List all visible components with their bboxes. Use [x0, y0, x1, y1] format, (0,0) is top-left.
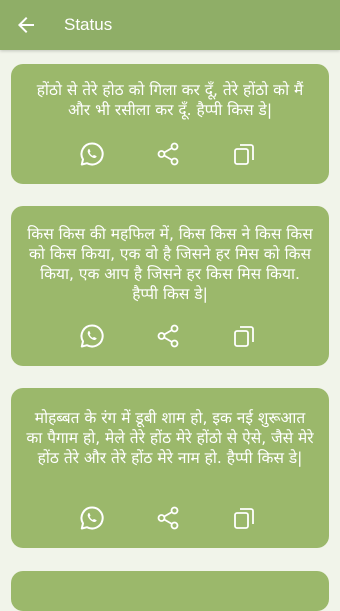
whatsapp-share-button[interactable] — [77, 139, 107, 169]
share-icon — [157, 142, 179, 166]
copy-icon — [234, 144, 254, 165]
status-text: होंठो से तेरे होठ को गिला कर दूँ, तेरे ह… — [36, 81, 304, 119]
status-card: होंठो से तेरे होठ को गिला कर दूँ, तेरे ह… — [11, 64, 329, 184]
whatsapp-share-button[interactable] — [77, 503, 107, 533]
copy-button[interactable] — [229, 139, 259, 169]
page-title: Status — [64, 15, 113, 34]
arrow-left-icon — [18, 17, 34, 33]
status-card: मोहब्बत के रंग में डूबी शाम हो, इक नई शु… — [11, 388, 329, 548]
share-button[interactable] — [153, 321, 183, 351]
copy-icon — [234, 326, 254, 347]
card-actions — [11, 139, 329, 169]
share-icon — [157, 506, 179, 530]
copy-button[interactable] — [229, 321, 259, 351]
status-card: किस किस की महफिल में, किस किस ने किस किस… — [11, 206, 329, 366]
copy-button[interactable] — [229, 503, 259, 533]
whatsapp-icon — [80, 506, 104, 530]
share-button[interactable] — [153, 503, 183, 533]
status-text: मोहब्बत के रंग में डूबी शाम हो, इक नई शु… — [26, 409, 314, 467]
app-bar: Status — [0, 0, 340, 50]
whatsapp-icon — [80, 142, 104, 166]
share-button[interactable] — [153, 139, 183, 169]
status-text: किस किस की महफिल में, किस किस ने किस किस… — [27, 225, 313, 303]
whatsapp-share-button[interactable] — [77, 321, 107, 351]
card-actions — [11, 503, 329, 533]
share-icon — [157, 324, 179, 348]
copy-icon — [234, 508, 254, 529]
card-actions — [11, 321, 329, 351]
back-button[interactable] — [14, 13, 38, 37]
whatsapp-icon — [80, 324, 104, 348]
status-card — [11, 571, 329, 611]
